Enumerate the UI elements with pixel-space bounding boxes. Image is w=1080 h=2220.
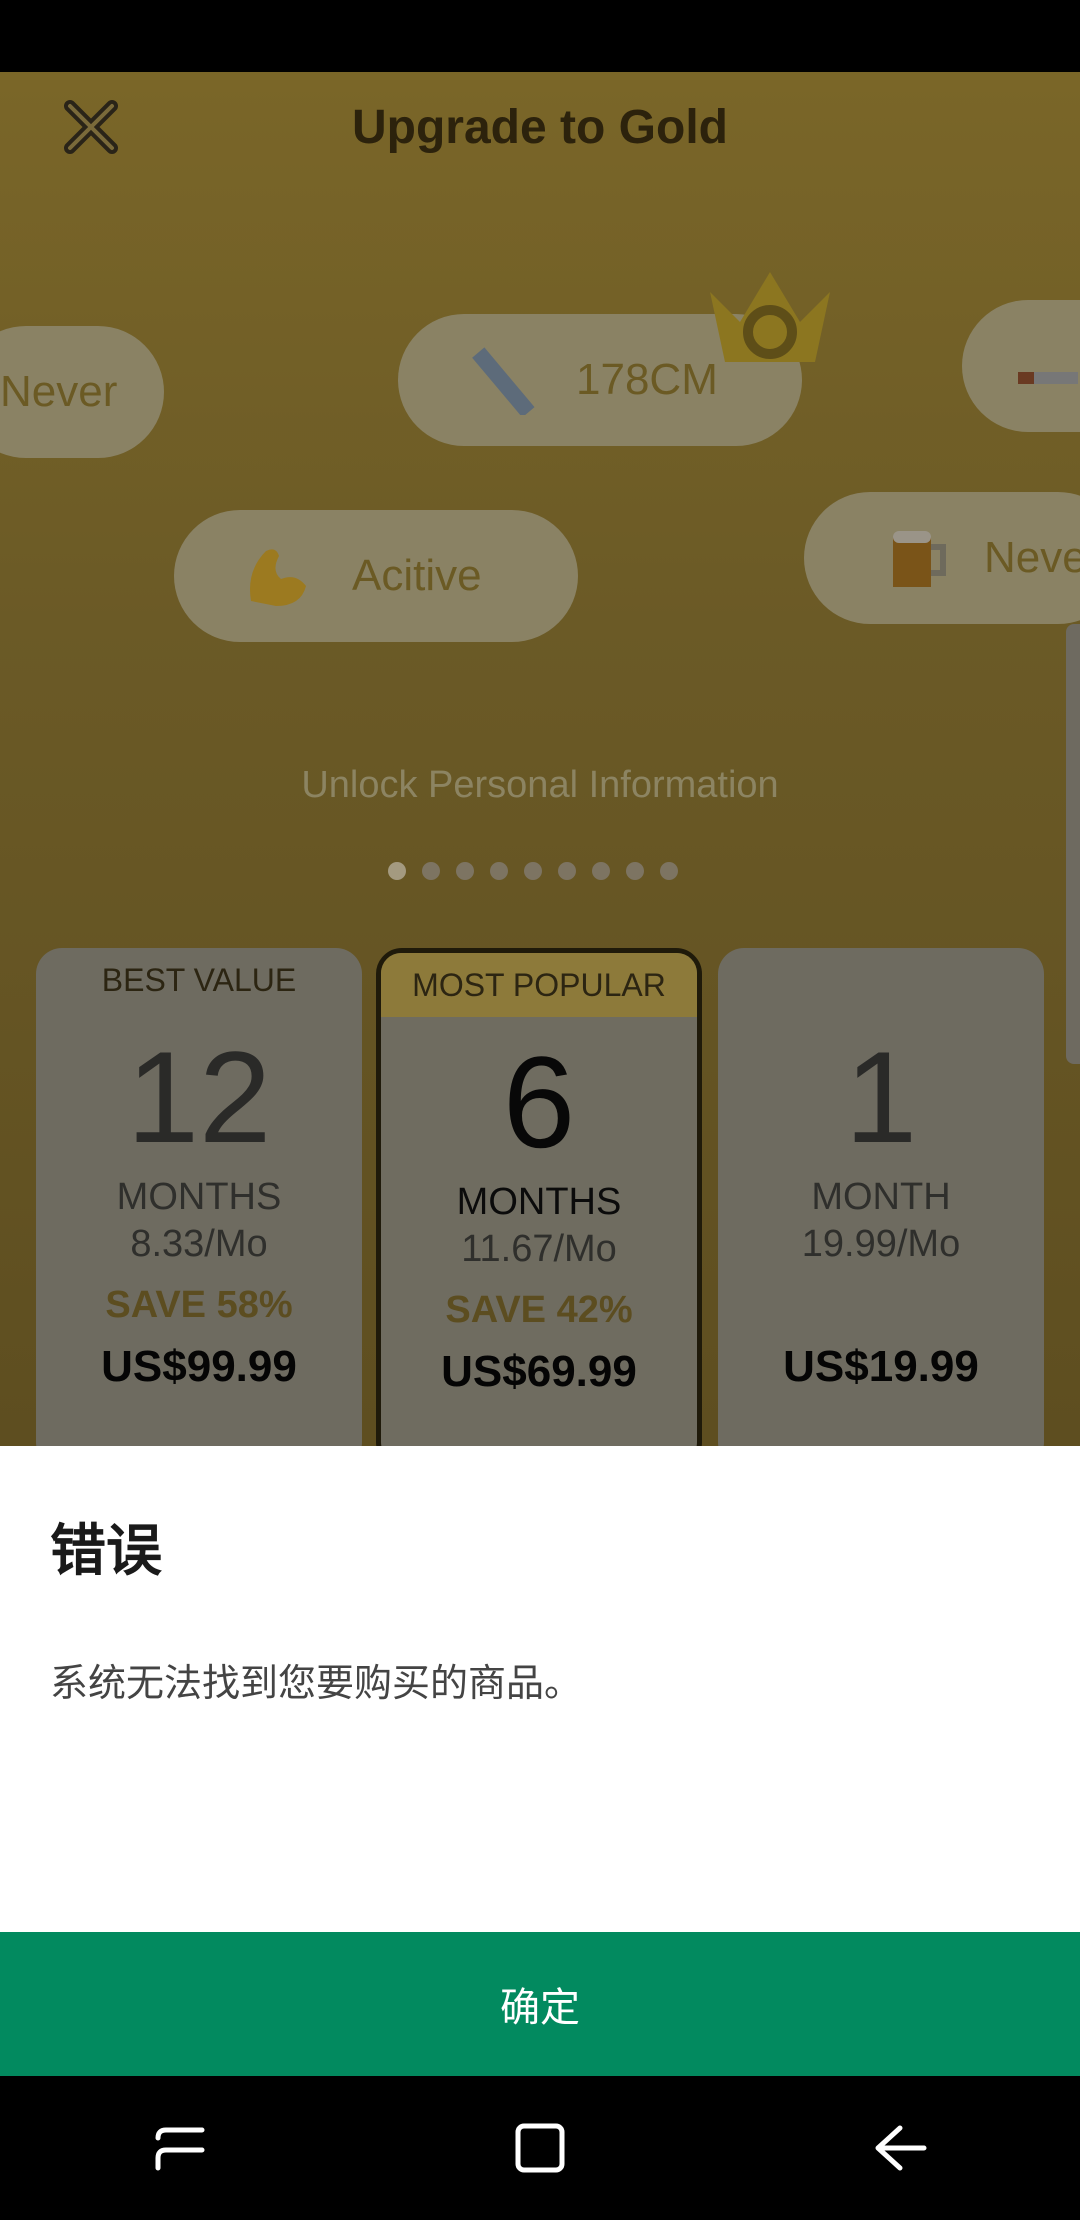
- confirm-button[interactable]: 确定: [0, 1932, 1080, 2076]
- carousel-dot[interactable]: [660, 862, 678, 880]
- carousel-dot[interactable]: [626, 862, 644, 880]
- edge-panel-handle[interactable]: [1066, 624, 1080, 1064]
- plan-monthly-price: 8.33/Mo: [130, 1223, 268, 1265]
- carousel-dot[interactable]: [490, 862, 508, 880]
- carousel-dot[interactable]: [558, 862, 576, 880]
- pill-label: Acitive: [352, 551, 482, 600]
- plan-price: US$19.99: [783, 1342, 979, 1391]
- upgrade-screen: Upgrade to Gold Never 178CM Acitive Neve…: [0, 72, 1080, 1446]
- plan-badge: [718, 948, 1044, 1012]
- dialog-message: 系统无法找到您要购买的商品。: [50, 1663, 583, 1705]
- plan-duration: 1: [844, 1024, 918, 1170]
- ruler-icon: [464, 344, 536, 416]
- plan-badge: BEST VALUE: [101, 962, 297, 998]
- plan-savings: [718, 1284, 1044, 1330]
- plan-savings: SAVE 42%: [445, 1289, 633, 1331]
- carousel-dot[interactable]: [388, 862, 406, 880]
- flexed-arm-icon: [240, 540, 312, 612]
- plan-card-6-months[interactable]: MOST POPULAR 6 MONTHS 11.67/Mo SAVE 42% …: [376, 948, 702, 1446]
- plan-duration: 12: [126, 1024, 272, 1170]
- back-icon[interactable]: [855, 2103, 945, 2193]
- carousel-dots: [388, 862, 678, 880]
- plan-monthly-price: 19.99/Mo: [801, 1223, 961, 1265]
- recents-icon[interactable]: [135, 2103, 225, 2193]
- plan-unit: MONTHS: [116, 1176, 282, 1218]
- plan-duration: 6: [502, 1029, 576, 1175]
- plan-card-12-months[interactable]: BEST VALUE 12 MONTHS 8.33/Mo SAVE 58% US…: [36, 948, 362, 1446]
- carousel-dot[interactable]: [422, 862, 440, 880]
- crown-icon: [710, 272, 830, 362]
- page-title: Upgrade to Gold: [352, 101, 728, 154]
- status-bar: [0, 0, 1080, 72]
- plan-unit: MONTHS: [456, 1181, 622, 1223]
- system-nav-bar: [0, 2076, 1080, 2220]
- plan-savings: SAVE 58%: [105, 1284, 293, 1326]
- profile-pill-smoking: [962, 300, 1080, 432]
- profile-pill-drinking: Never: [0, 326, 164, 458]
- profile-pill-activity: Acitive: [174, 510, 578, 642]
- profile-pill-drinking-2: Neve: [804, 492, 1080, 624]
- plan-unit: MONTH: [811, 1176, 951, 1218]
- error-dialog: 错误 系统无法找到您要购买的商品。: [0, 1446, 1080, 1932]
- carousel-dot[interactable]: [456, 862, 474, 880]
- plan-price: US$99.99: [101, 1342, 297, 1391]
- plan-badge: MOST POPULAR: [381, 953, 697, 1017]
- beer-mug-icon: [882, 522, 954, 594]
- cigarette-icon: [1012, 330, 1080, 402]
- pill-label: Neve: [984, 533, 1080, 582]
- plan-price: US$69.99: [441, 1347, 637, 1396]
- pill-label: 178CM: [576, 355, 718, 404]
- plan-card-1-month[interactable]: 1 MONTH 19.99/Mo US$19.99: [718, 948, 1044, 1446]
- carousel-dot[interactable]: [592, 862, 610, 880]
- carousel-caption: Unlock Personal Information: [301, 764, 779, 806]
- carousel-dot[interactable]: [524, 862, 542, 880]
- home-icon[interactable]: [495, 2103, 585, 2193]
- dialog-title: 错误: [50, 1519, 162, 1582]
- plan-monthly-price: 11.67/Mo: [461, 1228, 617, 1270]
- pill-label: Never: [0, 367, 118, 416]
